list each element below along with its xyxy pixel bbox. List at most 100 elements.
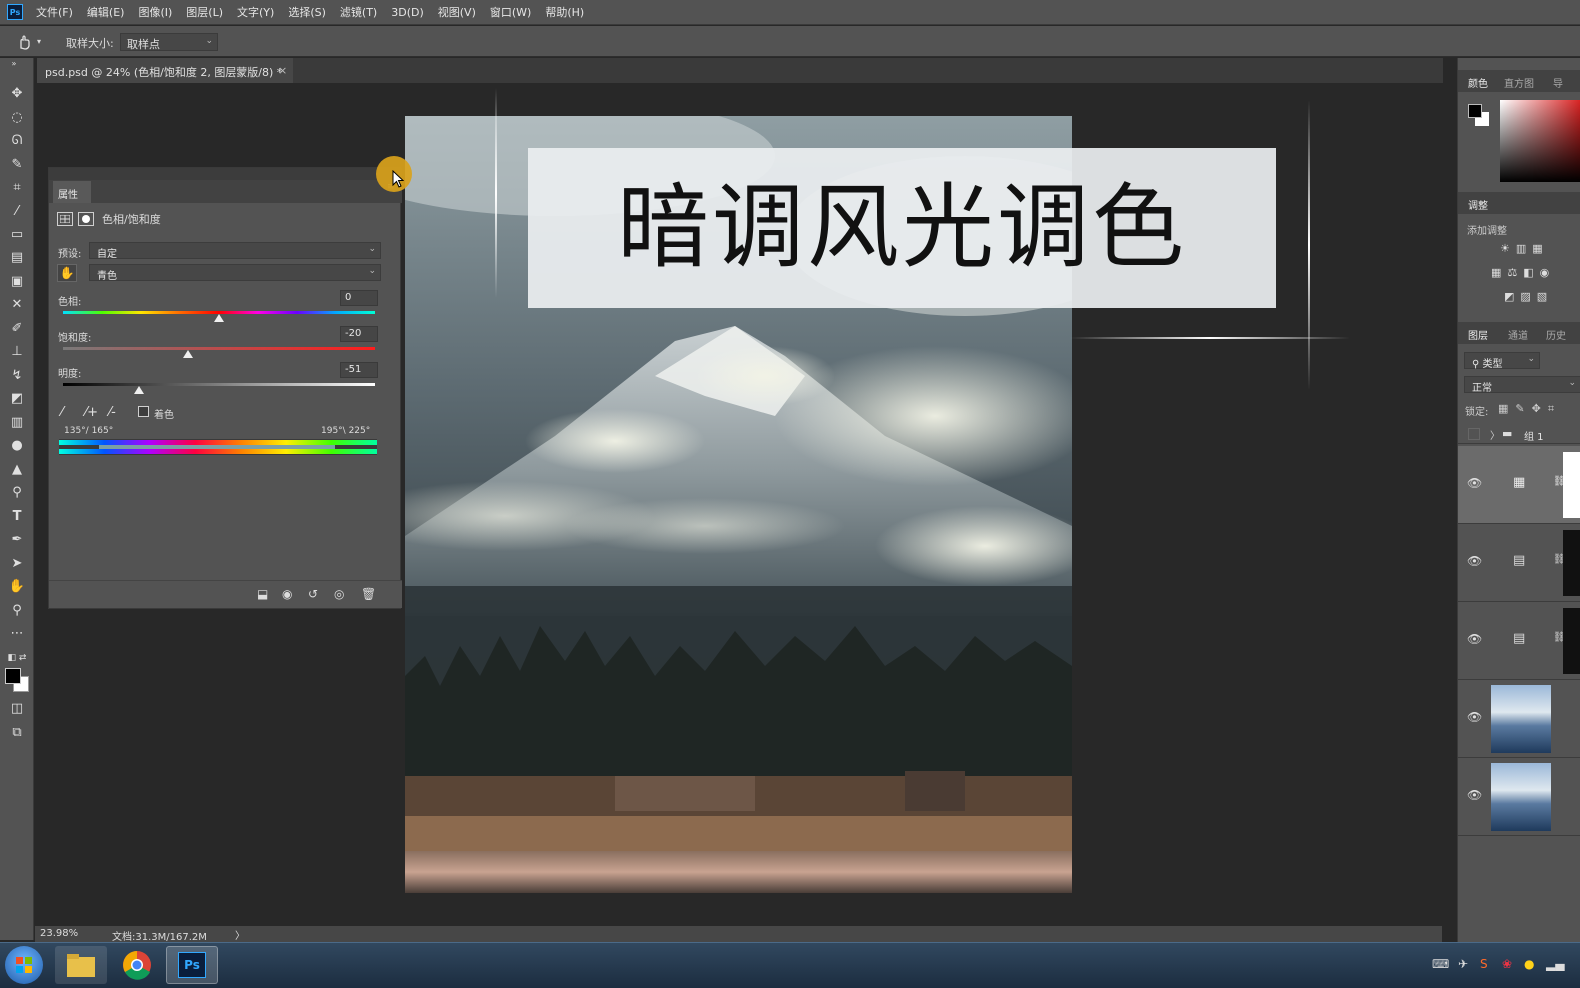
eye-icon[interactable]: 👁 [1467,788,1482,802]
menu-window[interactable]: 窗口(W) [490,4,531,20]
quick-mask-icon[interactable]: ◫ [7,699,27,719]
layer-mask-thumbnail[interactable] [1563,530,1580,596]
file-explorer-button[interactable] [55,946,107,984]
sample-size-select[interactable]: 取样点 ⌄ [120,33,218,51]
close-icon[interactable]: × [278,64,287,77]
pen-tool-icon[interactable]: ✒ [7,530,27,550]
tab-histogram[interactable]: 直方图 [1504,75,1534,90]
history-brush-tool-icon[interactable]: ↯ [7,366,27,386]
eyedropper-icon[interactable]: ⁄ [61,405,63,420]
foreground-swatch[interactable] [1468,104,1482,118]
reset-icon[interactable]: ↺ [308,587,318,601]
menu-filter[interactable]: 滤镜(T) [340,4,377,20]
hue-value-input[interactable]: 0 [340,290,378,306]
collapse-icon[interactable]: » [4,60,24,68]
layer-row-hue-saturation[interactable]: 👁 ▦ ⛓ [1458,446,1580,524]
tab-adjustments[interactable]: 调整 [1468,197,1488,212]
tray-status-icon[interactable]: ● [1524,957,1534,971]
zoom-tool-icon[interactable]: ⚲ [7,601,27,621]
tab-layers[interactable]: 图层 [1468,327,1488,342]
lightness-value-input[interactable]: -51 [340,362,378,378]
move-tool-icon[interactable]: ✥ [7,84,27,104]
chevron-right-icon[interactable]: 〉 [1490,427,1500,442]
layer-image-thumbnail[interactable] [1491,763,1551,831]
adjustment-layer-icon[interactable] [57,212,73,226]
brush-tool-icon[interactable]: ✐ [7,319,27,339]
eyedropper-tool-icon[interactable]: ⁄ [7,202,27,222]
channel-select[interactable]: 青色 ⌄ [89,264,381,282]
layer-row-adjustment-2[interactable]: 👁 ▤ ⛓ [1458,524,1580,602]
layer-row-adjustment-3[interactable]: 👁 ▤ ⛓ [1458,602,1580,680]
quick-select-tool-icon[interactable]: ✎ [7,155,27,175]
tray-app-icon[interactable]: ❀ [1502,957,1512,971]
foreground-color-swatch[interactable] [5,668,21,684]
saturation-value-input[interactable]: -20 [340,326,378,342]
targeted-adjustment-hand-icon[interactable]: ✋ [57,264,77,282]
view-previous-state-icon[interactable]: ◉ [282,587,292,601]
tab-navigator[interactable]: 导 [1553,75,1563,90]
document-tab[interactable]: psd.psd @ 24% (色相/饱和度 2, 图层蒙版/8) * [37,58,293,83]
lightness-slider-thumb[interactable] [134,386,145,394]
healing-brush-tool-icon[interactable]: ▭ [7,225,27,245]
screen-mode-icon[interactable]: ⧉ [7,723,27,743]
hue-slider-thumb[interactable] [214,314,224,322]
adjustment-icons-row2[interactable]: ▦⚖◧◉ [1491,266,1555,279]
menu-select[interactable]: 选择(S) [288,4,326,20]
network-signal-icon[interactable]: ▂▄ [1546,957,1564,971]
photoshop-button[interactable]: Ps [166,946,218,984]
default-colors-icon[interactable]: ◧ ⇄ [7,648,27,668]
adjustment-icons-row1[interactable]: ☀▥▦ [1500,242,1549,255]
patch-tool-icon[interactable]: ▣ [7,272,27,292]
color-range-bars[interactable] [59,439,377,455]
tab-channels[interactable]: 通道 [1508,327,1528,342]
ruler-tool-icon[interactable]: ▤ [7,248,27,268]
clip-to-layer-icon[interactable]: ⬓ [257,587,268,601]
visibility-eye-icon[interactable]: ◎ [334,587,344,601]
eye-icon[interactable]: 👁 [1467,554,1482,568]
type-tool-icon[interactable]: T [7,507,27,527]
hand-tool-icon[interactable]: ✋ [7,577,27,597]
menu-image[interactable]: 图像(I) [138,4,172,20]
eyedropper-add-icon[interactable]: ⁄+ [85,405,98,420]
eye-icon[interactable]: 👁 [1467,476,1482,490]
marquee-tool-icon[interactable]: ◌ [7,108,27,128]
menu-file[interactable]: 文件(F) [36,4,73,20]
blend-mode-select[interactable]: 正常 ⌄ [1464,376,1580,394]
eraser-tool-icon[interactable]: ◩ [7,389,27,409]
lock-icons[interactable]: ▦✎✥⌗ [1498,402,1561,416]
preset-select[interactable]: 自定 ⌄ [89,242,381,260]
eyedropper-subtract-icon[interactable]: ⁄- [109,405,116,420]
tab-color[interactable]: 颜色 [1468,75,1488,90]
eye-icon[interactable]: 👁 [1467,632,1482,646]
menu-3d[interactable]: 3D(D) [391,6,424,19]
panel-header-bar[interactable] [49,168,402,180]
path-selection-tool-icon[interactable]: ➤ [7,554,27,574]
saturation-slider[interactable] [63,347,375,350]
keyboard-icon[interactable]: ⌨ [1432,957,1449,971]
layer-image-thumbnail[interactable] [1491,685,1551,753]
content-aware-move-icon[interactable]: ✕ [7,295,27,315]
lasso-tool-icon[interactable]: ᘏ [7,131,27,151]
tab-properties[interactable]: 属性 [53,181,91,203]
layer-row-background[interactable]: 👁 [1458,758,1580,836]
tool-preset-picker[interactable]: ▾ [16,33,52,50]
tab-history[interactable]: 历史 [1546,327,1566,342]
gradient-tool-icon[interactable]: ▥ [7,413,27,433]
colorize-checkbox[interactable] [138,406,149,417]
menu-view[interactable]: 视图(V) [438,4,476,20]
adjustment-icons-row3[interactable]: ◩▨▧ [1504,290,1553,303]
layer-mask-thumbnail[interactable] [1563,608,1580,674]
status-menu-arrow[interactable]: 〉 [235,927,245,942]
dodge-tool-icon[interactable]: ⚲ [7,483,27,503]
menu-help[interactable]: 帮助(H) [545,4,584,20]
sharpen-tool-icon[interactable]: ▲ [7,460,27,480]
menu-type[interactable]: 文字(Y) [237,4,274,20]
lightness-slider[interactable] [63,383,375,386]
more-tools-icon[interactable]: ⋯ [7,624,27,644]
menu-layer[interactable]: 图层(L) [186,4,223,20]
input-method-icon[interactable]: ✈ [1458,957,1468,971]
delete-trash-icon[interactable]: 🗑 [361,587,376,601]
color-picker-field[interactable] [1500,100,1580,182]
eye-icon[interactable]: 👁 [1467,710,1482,724]
zoom-readout[interactable]: 23.98% [40,928,78,939]
